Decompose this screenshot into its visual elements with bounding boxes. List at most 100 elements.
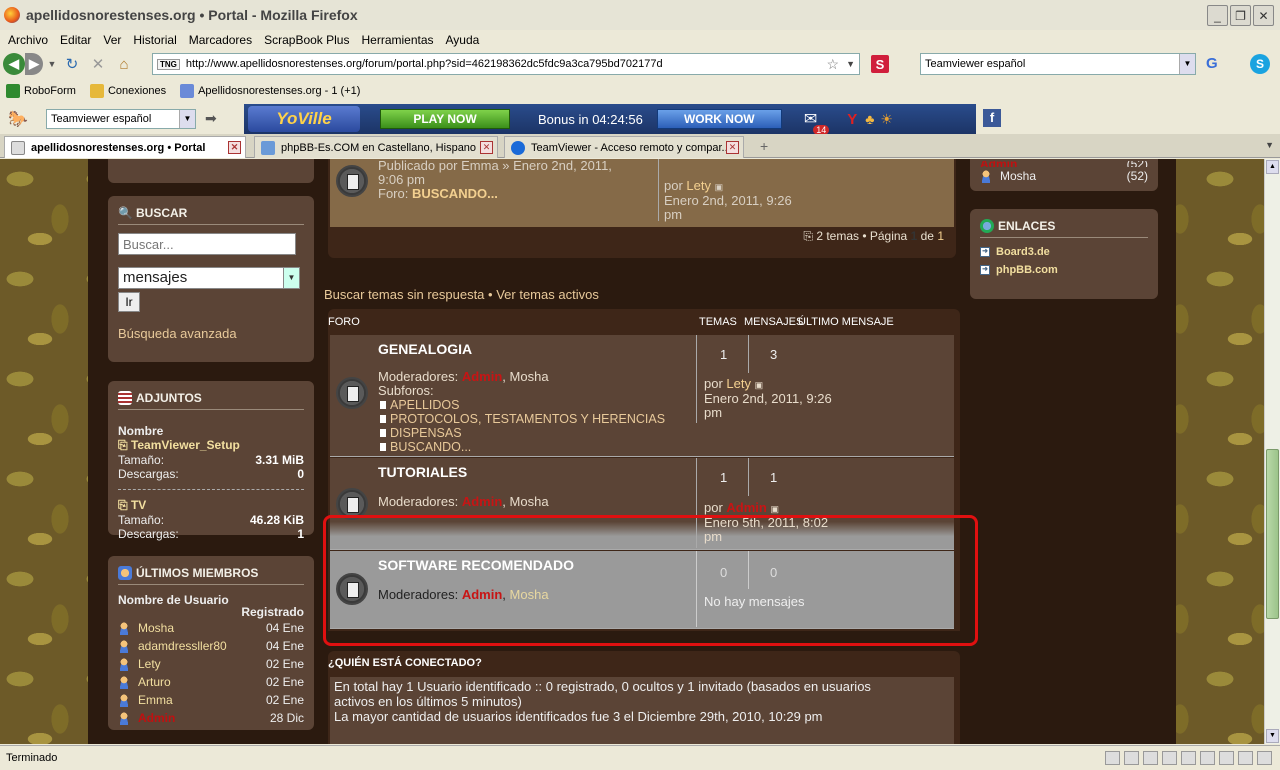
subforum-link[interactable]: PROTOCOLOS, TESTAMENTOS Y HERENCIAS: [380, 412, 665, 426]
menu-editar[interactable]: Editar: [54, 33, 97, 47]
member-link[interactable]: Lety: [118, 655, 161, 673]
addon-status-icon[interactable]: [1257, 751, 1272, 765]
paperclip-icon: ⎘: [118, 498, 131, 512]
new-tab-button[interactable]: +: [760, 138, 768, 154]
google-icon[interactable]: G: [1206, 55, 1218, 72]
link-phpbb[interactable]: ➜ phpBB.com: [980, 264, 1148, 276]
addon-status-icon[interactable]: [1181, 751, 1196, 765]
tab-portal[interactable]: apellidosnorestenses.org • Portal ✕: [4, 136, 246, 158]
maximize-button[interactable]: ❐: [1230, 5, 1251, 26]
view-latest-post-icon[interactable]: ▣: [771, 504, 780, 514]
subforum-link[interactable]: DISPENSAS: [380, 426, 665, 440]
member-link[interactable]: Mosha: [118, 619, 174, 637]
vertical-scrollbar[interactable]: ▲ ▼: [1264, 159, 1280, 744]
search-box[interactable]: Teamviewer español ▼: [920, 53, 1196, 75]
moderator-link[interactable]: Admin: [462, 494, 502, 509]
member-link[interactable]: adamdressller80: [118, 637, 227, 655]
url-bar[interactable]: TNG http://www.apellidosnorestenses.org/…: [152, 53, 860, 75]
tab-list-icon[interactable]: ▼: [1265, 140, 1274, 150]
menu-ayuda[interactable]: Ayuda: [440, 33, 486, 47]
facebook-icon[interactable]: f: [983, 109, 1001, 127]
search-dropdown-icon[interactable]: ▼: [1179, 54, 1195, 74]
forum-search-input[interactable]: Buscar...: [118, 233, 296, 255]
yoville-logo[interactable]: YoVille: [248, 106, 360, 132]
close-tab-icon[interactable]: ✕: [228, 141, 241, 154]
view-latest-post-icon[interactable]: ▣: [715, 182, 724, 192]
menu-marcadores[interactable]: Marcadores: [183, 33, 258, 47]
close-tab-icon[interactable]: ✕: [726, 141, 739, 154]
topic-forum-link[interactable]: BUSCANDO...: [412, 186, 498, 201]
last-post-user-link[interactable]: Lety: [726, 376, 751, 391]
toolbar-search-dropdown-icon[interactable]: ▼: [179, 110, 195, 128]
bookmark-apellidos[interactable]: Apellidosnorestenses.org - 1 (+1): [180, 84, 360, 98]
reload-icon[interactable]: ↻: [61, 53, 83, 75]
home-icon[interactable]: ⌂: [113, 53, 135, 75]
active-topics-link[interactable]: Ver temas activos: [496, 287, 599, 302]
tab-teamviewer[interactable]: TeamViewer - Acceso remoto y compar... ✕: [504, 136, 744, 158]
addon-status-icon[interactable]: [1238, 751, 1253, 765]
go-arrow-icon[interactable]: ➡: [205, 110, 217, 127]
forum-title-link[interactable]: SOFTWARE RECOMENDADO: [378, 557, 574, 573]
close-tab-icon[interactable]: ✕: [480, 141, 493, 154]
moderator-link[interactable]: Mosha: [510, 587, 549, 602]
bookmark-roboform[interactable]: RoboForm: [6, 84, 76, 98]
work-now-button[interactable]: WORK NOW: [656, 109, 782, 129]
stop-icon[interactable]: ✕: [87, 53, 109, 75]
unanswered-topics-link[interactable]: Buscar temas sin respuesta: [324, 287, 484, 302]
history-dropdown-icon[interactable]: ▼: [47, 53, 57, 75]
skype-icon[interactable]: S: [1250, 54, 1270, 74]
forward-button[interactable]: ▶: [25, 53, 43, 75]
minimize-button[interactable]: _: [1207, 5, 1228, 26]
moderator-link[interactable]: Admin: [462, 369, 502, 384]
mail-icon[interactable]: ✉ 14: [804, 109, 830, 135]
attachment-link[interactable]: ⎘ TeamViewer_Setup: [118, 438, 304, 453]
search-type-select[interactable]: mensajes ▼: [118, 267, 300, 289]
addon-status-icon[interactable]: [1200, 751, 1215, 765]
scroll-up-arrow-icon[interactable]: ▲: [1266, 160, 1279, 174]
last-post-user-link[interactable]: Lety: [686, 178, 711, 193]
url-dropdown-icon[interactable]: ▼: [846, 59, 855, 69]
bookmark-conexiones[interactable]: Conexiones: [89, 84, 166, 98]
addon-status-icon[interactable]: [1143, 751, 1158, 765]
menu-historial[interactable]: Historial: [127, 33, 182, 47]
member-link[interactable]: Mosha: [980, 167, 1036, 185]
menu-ver[interactable]: Ver: [97, 33, 127, 47]
back-button[interactable]: ◀: [3, 53, 25, 75]
advanced-search-link[interactable]: Búsqueda avanzada: [118, 326, 304, 341]
link-board3[interactable]: ➜ Board3.de: [980, 246, 1148, 258]
yahoo-icon[interactable]: Y: [847, 111, 857, 128]
menu-scrapbook[interactable]: ScrapBook Plus: [258, 33, 355, 47]
play-now-button[interactable]: PLAY NOW: [380, 109, 510, 129]
forum-title-link[interactable]: TUTORIALES: [378, 464, 467, 480]
menu-herramientas[interactable]: Herramientas: [355, 33, 439, 47]
last-post-user-link[interactable]: Admin: [726, 500, 766, 515]
member-link[interactable]: Arturo: [118, 673, 171, 691]
addon-status-icon[interactable]: [1162, 751, 1177, 765]
bookmark-star-icon[interactable]: ☆: [826, 56, 839, 73]
subforum-link[interactable]: APELLIDOS: [380, 398, 665, 412]
addon-status-icon[interactable]: [1219, 751, 1234, 765]
moderator-link[interactable]: Admin: [462, 587, 502, 602]
game-icon[interactable]: ♣: [865, 111, 874, 127]
forum-title-link[interactable]: GENEALOGIA: [378, 341, 472, 357]
animal-icon[interactable]: 🐎: [8, 109, 28, 129]
island-icon[interactable]: ☀: [880, 111, 893, 128]
subforum-link[interactable]: BUSCANDO...: [380, 440, 665, 454]
addon-status-icon[interactable]: [1105, 751, 1120, 765]
search-go-button[interactable]: Ir: [118, 292, 140, 312]
view-latest-post-icon[interactable]: ▣: [755, 380, 764, 390]
moderator-link[interactable]: Mosha: [510, 369, 549, 384]
attachment-link[interactable]: ⎘ TV: [118, 498, 304, 513]
scrollbar-thumb[interactable]: [1266, 449, 1279, 619]
member-link[interactable]: Emma: [118, 691, 173, 709]
scroll-down-arrow-icon[interactable]: ▼: [1266, 729, 1279, 743]
toolbar-search-box[interactable]: Teamviewer español ▼: [46, 109, 196, 129]
member-link[interactable]: Admin: [118, 709, 175, 727]
select-dropdown-icon[interactable]: ▼: [283, 268, 299, 288]
scrapbook-s-icon[interactable]: S: [871, 55, 889, 73]
moderator-link[interactable]: Mosha: [510, 494, 549, 509]
addon-status-icon[interactable]: [1124, 751, 1139, 765]
menu-archivo[interactable]: Archivo: [2, 33, 54, 47]
tab-phpbb-es[interactable]: phpBB-Es.COM en Castellano, Hispano ... …: [254, 136, 498, 158]
close-window-button[interactable]: ✕: [1253, 5, 1274, 26]
